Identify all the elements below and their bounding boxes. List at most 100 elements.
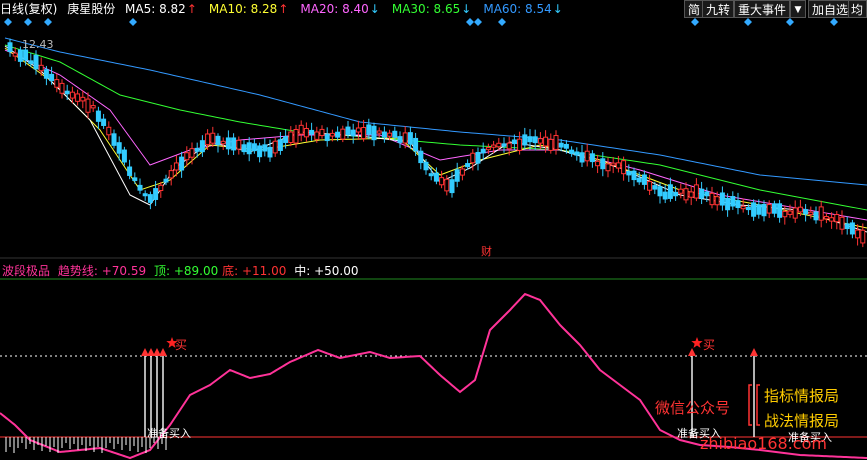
candle-body	[236, 139, 242, 150]
candle-body	[28, 60, 34, 64]
event-diamond-icon	[4, 18, 12, 26]
candle-body	[142, 193, 148, 197]
candle-body	[366, 124, 372, 135]
candle-body	[543, 136, 549, 147]
candle-body	[532, 136, 538, 144]
candle-body	[844, 223, 850, 230]
candle-body	[137, 184, 143, 191]
candle-body	[127, 166, 133, 176]
candle-body	[361, 127, 367, 140]
chart-canvas[interactable]	[0, 0, 867, 460]
indicator-name[interactable]: 波段极品	[2, 264, 50, 278]
event-diamond-icon	[24, 18, 32, 26]
candle-body	[527, 136, 533, 143]
event-diamond-icon	[691, 18, 699, 26]
candle-body	[704, 191, 710, 197]
candle-body	[667, 184, 673, 199]
candle-body	[444, 178, 450, 192]
candle-body	[257, 145, 263, 158]
event-diamond-icon	[786, 18, 794, 26]
candle-body	[64, 90, 70, 95]
arrow-up-icon	[750, 348, 758, 356]
candle-body	[158, 184, 164, 192]
candle-body	[179, 156, 185, 171]
candle-body	[553, 135, 559, 150]
candle-body	[735, 200, 741, 209]
candle-body	[251, 143, 257, 152]
trend-label: 趋势线:	[57, 264, 98, 278]
candle-body	[485, 147, 491, 151]
candle-body	[267, 146, 273, 158]
candle-body	[387, 132, 393, 137]
candle-body	[303, 127, 309, 138]
candle-body	[106, 126, 112, 136]
candle-body	[709, 192, 715, 206]
candle-body	[277, 139, 283, 151]
candle-body	[751, 202, 757, 217]
candle-body	[17, 49, 23, 62]
event-diamond-icon	[830, 18, 838, 26]
candle-body	[262, 144, 268, 152]
candle-body	[693, 184, 699, 199]
trend-value: +70.59	[101, 264, 147, 278]
site-watermark: zhibiao168.com	[700, 434, 827, 453]
candle-body	[714, 196, 720, 206]
candle-body	[683, 188, 689, 201]
candle-body	[834, 214, 840, 223]
candle-body	[631, 170, 637, 181]
candle-body	[241, 144, 247, 153]
candle-body	[163, 178, 169, 183]
candle-body	[818, 206, 824, 221]
candle-body	[797, 206, 803, 213]
candle-body	[355, 127, 361, 133]
candle-body	[101, 118, 107, 126]
candle-body	[699, 188, 705, 199]
candle-body	[792, 207, 798, 219]
candle-body	[90, 105, 96, 109]
candle-body	[589, 153, 595, 163]
candle-body	[402, 132, 408, 144]
candle-body	[579, 152, 585, 163]
candle-body	[725, 197, 731, 211]
top-label: 顶:	[153, 264, 171, 278]
candle-body	[855, 229, 861, 239]
event-diamond-icon	[498, 18, 506, 26]
candle-body	[433, 172, 439, 182]
candle-body	[470, 152, 476, 164]
candle-body	[381, 131, 387, 138]
candle-body	[314, 131, 320, 140]
candle-body	[636, 177, 642, 183]
candle-body	[272, 140, 278, 154]
candle-body	[132, 177, 138, 181]
watermark-bracket-right	[756, 384, 760, 426]
mid-label: 中:	[294, 264, 311, 278]
candle-body	[730, 196, 736, 207]
candle-body	[205, 133, 211, 146]
candle-body	[621, 160, 627, 175]
candle-body	[116, 142, 122, 154]
candle-body	[647, 181, 653, 191]
candle-body	[413, 137, 419, 152]
candle-body	[184, 152, 190, 161]
candle-body	[517, 138, 523, 151]
candle-body	[153, 188, 159, 200]
candle-body	[324, 133, 330, 142]
wechat-watermark: 微信公众号	[655, 399, 731, 417]
candle-body	[38, 64, 44, 72]
candle-body	[511, 139, 517, 145]
candle-body	[688, 191, 694, 198]
candle-body	[501, 143, 507, 147]
star-icon	[691, 337, 703, 348]
candle-body	[673, 191, 679, 197]
candle-body	[829, 217, 835, 222]
candle-body	[75, 93, 81, 102]
candle-body	[574, 151, 580, 156]
high-price-label: 12.43	[22, 38, 54, 51]
candle-body	[491, 144, 497, 148]
candle-body	[610, 162, 616, 166]
candle-body	[771, 203, 777, 214]
candle-body	[80, 96, 86, 102]
financial-report-marker[interactable]: 财	[481, 243, 492, 259]
candle-body	[33, 54, 39, 70]
candle-body	[808, 211, 814, 215]
